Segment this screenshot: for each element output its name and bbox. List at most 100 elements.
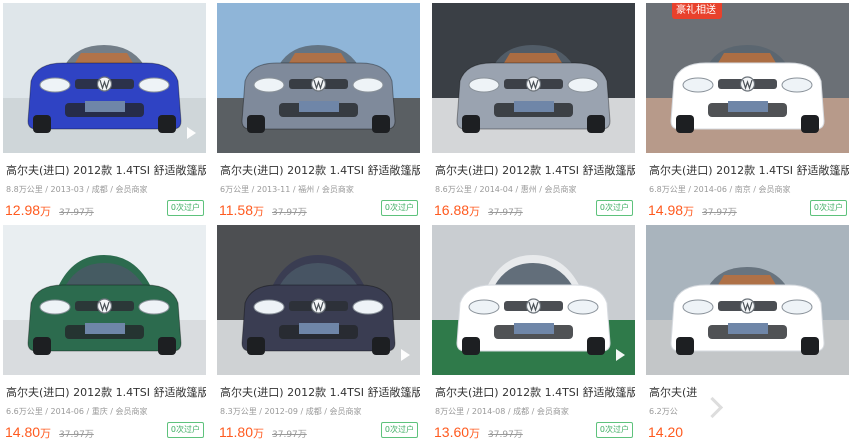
listing-title[interactable]: 高尔夫(进口) 2012款 1.4TSI 舒适敞篷版	[6, 384, 206, 400]
meta-separator: /	[42, 407, 51, 416]
car-photo[interactable]	[646, 225, 849, 375]
meta-date: 2014-08	[471, 407, 506, 416]
meta-seller: 会员商家	[544, 185, 577, 194]
meta-separator: /	[505, 407, 514, 416]
meta-separator: /	[107, 185, 116, 194]
listing-card[interactable]: 高尔夫(进口) 2012款 1.4TSI 舒适敞篷版 6.6万公里 / 2014-…	[3, 225, 206, 445]
watermark-overlay	[712, 400, 852, 440]
price-unit: 万	[683, 205, 695, 218]
price-unit: 万	[40, 205, 52, 218]
listing-title[interactable]: 高尔夫(进口) 2012款 1.4TSI 舒适敞篷版	[220, 162, 420, 178]
meta-mileage: 8万公里	[435, 407, 465, 416]
meta-city: 南京	[734, 185, 751, 194]
meta-separator: /	[249, 185, 257, 194]
car-photo-illustration	[646, 225, 849, 375]
meta-separator: /	[471, 185, 480, 194]
meta-date: 2012-09	[264, 407, 298, 416]
meta-mileage: 6.8万公里	[649, 185, 686, 194]
listing-title[interactable]: 高尔夫(进口) 2012款 1.4TSI 舒适敞篷版	[220, 384, 420, 400]
play-video-icon[interactable]	[401, 349, 410, 361]
meta-separator: /	[464, 407, 472, 416]
car-photo[interactable]: 豪礼相送	[646, 3, 849, 153]
car-photo-illustration	[3, 3, 206, 153]
listing-card[interactable]: 高尔夫(进口) 2012款 1.4TSI 舒适敞篷版 8.8万公里 / 2013-…	[3, 3, 206, 223]
meta-city: 成都	[91, 185, 108, 194]
listing-title[interactable]: 高尔夫(进	[649, 384, 697, 400]
price-value: 16.88	[434, 202, 470, 218]
listing-title[interactable]: 高尔夫(进口) 2012款 1.4TSI 舒适敞篷版	[6, 162, 206, 178]
car-photo[interactable]	[217, 3, 420, 153]
original-price: 37.97万	[59, 208, 94, 218]
play-video-icon[interactable]	[187, 127, 196, 139]
transfer-count-tag: 0次过户	[166, 200, 204, 216]
play-video-icon[interactable]	[616, 349, 625, 361]
listing-meta: 8.6万公里 / 2014-04 / 惠州 / 会员商家	[435, 184, 577, 195]
transfer-count-tag: 0次过户	[166, 422, 204, 438]
price-unit: 万	[40, 427, 52, 440]
meta-mileage: 6.6万公里	[6, 407, 43, 416]
listing-grid: 高尔夫(进口) 2012款 1.4TSI 舒适敞篷版 8.8万公里 / 2013-…	[0, 0, 852, 440]
car-photo-illustration	[217, 3, 420, 153]
transfer-count-tag: 0次过户	[595, 200, 633, 216]
promo-badge: 豪礼相送	[672, 3, 722, 19]
meta-date: 2014-04	[479, 185, 513, 194]
listing-card[interactable]: 高尔夫(进口) 2012款 1.4TSI 舒适敞篷版 8.3万公里 / 2012-…	[217, 225, 420, 445]
listing-meta: 8.8万公里 / 2013-03 / 成都 / 会员商家	[6, 184, 148, 195]
meta-city: 福州	[298, 185, 315, 194]
meta-city: 惠州	[520, 185, 537, 194]
price-row: 11.58万 37.97万	[219, 200, 307, 219]
car-photo[interactable]	[3, 225, 206, 375]
price-value: 14.20	[648, 424, 684, 440]
meta-mileage: 8.8万公里	[6, 185, 43, 194]
original-price: 37.97万	[272, 430, 307, 440]
meta-seller: 会员商家	[115, 185, 148, 194]
listing-card[interactable]: 豪礼相送高尔夫(进口) 2012款 1.4TSI 舒适敞篷版 6.8万公里 / 2…	[646, 3, 849, 223]
car-photo-illustration	[432, 3, 635, 153]
listing-meta: 6.6万公里 / 2014-06 / 重庆 / 会员商家	[6, 406, 148, 417]
meta-separator: /	[297, 407, 306, 416]
car-photo[interactable]	[217, 225, 420, 375]
meta-separator: /	[290, 185, 299, 194]
meta-city: 成都	[513, 407, 530, 416]
price-row: 13.60万 37.97万	[434, 422, 523, 441]
original-price: 37.97万	[702, 208, 737, 218]
meta-city: 成都	[305, 407, 322, 416]
price-value: 14.98	[648, 202, 684, 218]
meta-date: 2014-06	[50, 407, 84, 416]
price-row: 14.20	[648, 422, 683, 441]
meta-date: 2013-11	[256, 185, 291, 194]
price-unit: 万	[253, 427, 264, 440]
listing-title[interactable]: 高尔夫(进口) 2012款 1.4TSI 舒适敞篷版	[435, 384, 635, 400]
meta-separator: /	[750, 185, 759, 194]
listing-card[interactable]: 高尔夫(进口) 2012款 1.4TSI 舒适敞篷版 6万公里 / 2013-11…	[217, 3, 420, 223]
meta-seller: 会员商家	[536, 407, 569, 416]
listing-title[interactable]: 高尔夫(进口) 2012款 1.4TSI 舒适敞篷版	[649, 162, 849, 178]
car-photo[interactable]	[432, 3, 635, 153]
price-row: 11.80万 37.97万	[219, 422, 307, 441]
price-unit: 万	[253, 205, 264, 218]
car-photo-illustration	[217, 225, 420, 375]
car-photo[interactable]	[3, 3, 206, 153]
meta-date: 2014-06	[693, 185, 727, 194]
original-price: 37.97万	[272, 208, 307, 218]
price-row: 14.80万 37.97万	[5, 422, 94, 441]
price-unit: 万	[469, 205, 481, 218]
meta-mileage: 6.2万公	[649, 407, 678, 416]
price-value: 11.58	[219, 202, 253, 218]
price-value: 11.80	[219, 424, 253, 440]
price-unit: 万	[469, 427, 481, 440]
meta-separator: /	[83, 185, 92, 194]
meta-date: 2013-03	[50, 185, 84, 194]
car-photo[interactable]	[432, 225, 635, 375]
listing-card[interactable]: 高尔夫(进口) 2012款 1.4TSI 舒适敞篷版 8万公里 / 2014-08…	[432, 225, 635, 445]
price-value: 13.60	[434, 424, 470, 440]
car-photo-illustration	[432, 225, 635, 375]
listing-card[interactable]: 高尔夫(进口) 2012款 1.4TSI 舒适敞篷版 8.6万公里 / 2014-…	[432, 3, 635, 223]
listing-title[interactable]: 高尔夫(进口) 2012款 1.4TSI 舒适敞篷版	[435, 162, 635, 178]
meta-separator: /	[107, 407, 116, 416]
listing-meta: 8万公里 / 2014-08 / 成都 / 会员商家	[435, 406, 569, 417]
meta-seller: 会员商家	[329, 407, 362, 416]
meta-seller: 会员商家	[321, 185, 354, 194]
meta-seller: 会员商家	[758, 185, 791, 194]
meta-separator: /	[512, 185, 521, 194]
